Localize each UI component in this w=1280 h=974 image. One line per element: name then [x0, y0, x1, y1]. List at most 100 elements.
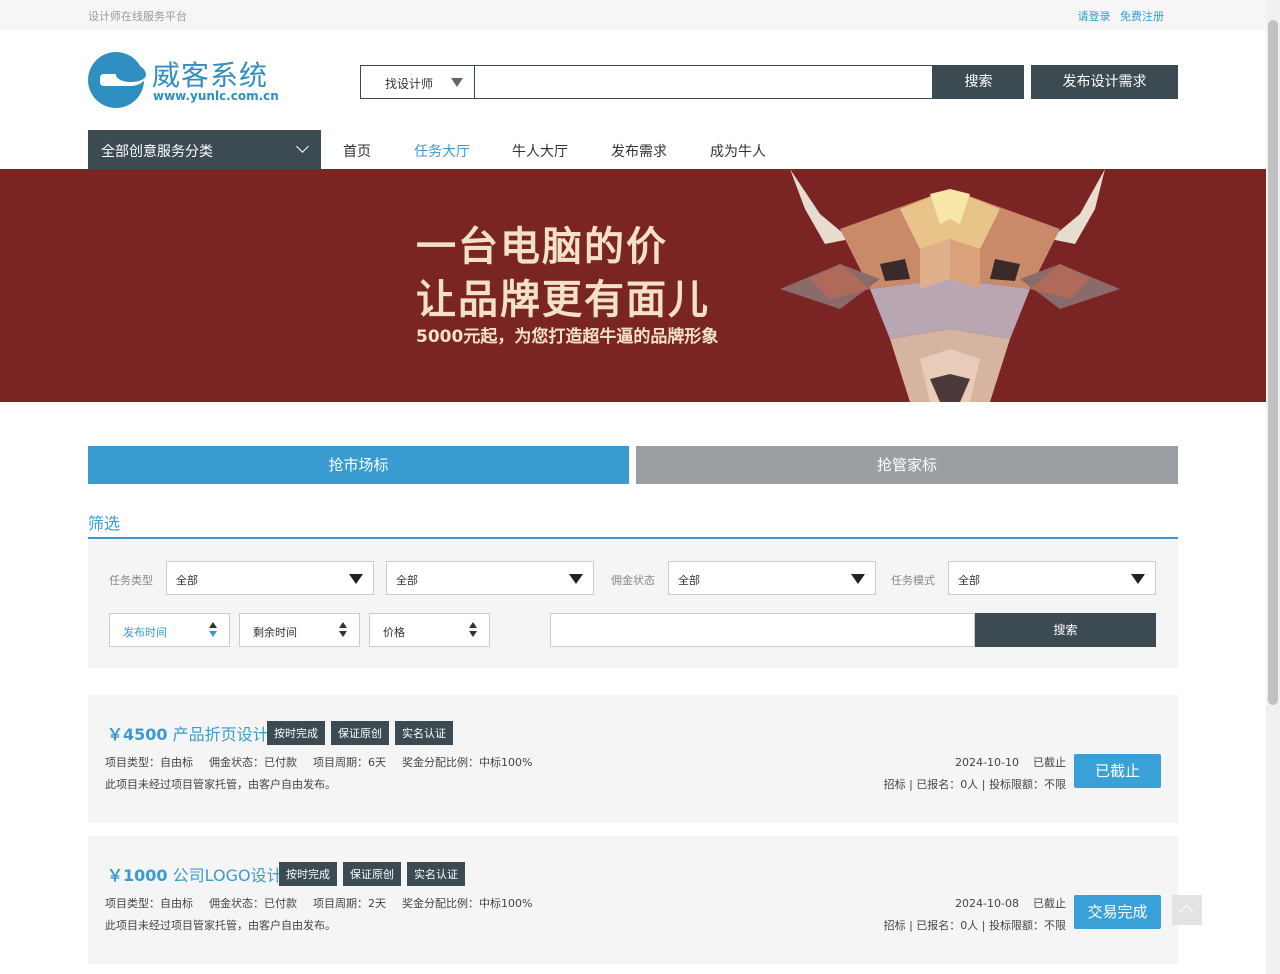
banner-line-1: 一台电脑的价	[416, 224, 668, 270]
chevron-up-icon	[1178, 904, 1195, 921]
task-name: 产品折页设计	[172, 725, 269, 744]
chevron-down-icon	[296, 140, 309, 153]
task-price: ￥4500	[107, 725, 168, 744]
task-description: 此项目未经过项目管家托管，由客户自由发布。	[105, 778, 336, 791]
task-subtype-value: 全部	[396, 574, 418, 587]
sort-up-icon	[339, 622, 347, 628]
nav-item-task-hall[interactable]: 任务大厅	[414, 141, 470, 161]
sort-remaining-time[interactable]: 剩余时间	[239, 613, 360, 647]
task-name: 公司LOGO设计	[172, 866, 283, 885]
page-scrollbar[interactable]	[1266, 0, 1280, 974]
scrollbar-thumb[interactable]	[1268, 20, 1278, 705]
sort-publish-time[interactable]: 发布时间	[109, 613, 230, 647]
tag-badge: 保证原创	[343, 862, 401, 886]
caret-down-icon	[569, 574, 583, 584]
filter-title: 筛选	[88, 514, 121, 533]
login-link[interactable]: 请登录	[1078, 10, 1111, 23]
tag-badge: 实名认证	[395, 721, 453, 745]
tag-badge: 保证原创	[331, 721, 389, 745]
task-stats: 招标 | 已报名：0人 | 投标限额：不限	[883, 919, 1066, 932]
top-bar: 设计师在线服务平台 请登录 免费注册	[0, 0, 1266, 30]
search-type-select[interactable]: 找设计师	[361, 66, 475, 98]
sort-up-icon	[209, 622, 217, 628]
logo-name: 威客系统	[152, 59, 269, 92]
task-subtype-select[interactable]: 全部	[386, 561, 594, 595]
task-tags: 按时完成 保证原创 实名认证	[279, 862, 471, 886]
banner-line-2: 让品牌更有面儿	[416, 277, 710, 323]
task-type-value: 全部	[176, 574, 198, 587]
tag-badge: 实名认证	[407, 862, 465, 886]
category-dropdown[interactable]: 全部创意服务分类	[88, 130, 321, 169]
task-status-text: 已截止	[1033, 756, 1066, 769]
site-logo[interactable]: 威客系统 www.yunlc.com.cn	[88, 52, 288, 110]
sort-up-icon	[469, 622, 477, 628]
search-input[interactable]	[475, 66, 930, 98]
task-mode-label: 任务模式	[891, 574, 935, 587]
nav-item-publish[interactable]: 发布需求	[611, 141, 667, 161]
task-bonus: 奖金分配比例：中标100%	[402, 756, 533, 769]
nav-item-become-talent[interactable]: 成为牛人	[710, 141, 766, 161]
back-to-top-button[interactable]	[1172, 895, 1202, 925]
sort-label: 剩余时间	[253, 626, 297, 639]
task-commission: 佣金状态：已付款	[209, 756, 297, 769]
commission-value: 全部	[678, 574, 700, 587]
category-label: 全部创意服务分类	[101, 144, 213, 160]
auth-links: 请登录 免费注册	[1072, 8, 1165, 24]
task-date-value: 2024-10-10	[955, 756, 1019, 769]
task-date: 2024-10-10 已截止	[955, 754, 1066, 770]
chevron-down-icon	[451, 78, 463, 87]
task-mode-select[interactable]: 全部	[948, 561, 1156, 595]
tab-market-bid[interactable]: 抢市场标	[88, 446, 629, 484]
filter-panel	[88, 539, 1178, 668]
register-link[interactable]: 免费注册	[1120, 10, 1164, 23]
task-type-label: 任务类型	[109, 574, 153, 587]
task-type: 项目类型：自由标	[105, 897, 193, 910]
commission-select[interactable]: 全部	[668, 561, 876, 595]
sort-down-icon	[209, 631, 217, 637]
banner-subtitle: 5000元起，为您打造超牛逼的品牌形象	[416, 327, 719, 347]
sort-price[interactable]: 价格	[369, 613, 490, 647]
task-card[interactable]: ￥1000 公司LOGO设计 按时完成 保证原创 实名认证 项目类型：自由标 佣金状态…	[88, 836, 1178, 964]
tag-badge: 按时完成	[279, 862, 337, 886]
task-bonus: 奖金分配比例：中标100%	[402, 897, 533, 910]
task-tags: 按时完成 保证原创 实名认证	[267, 721, 459, 745]
caret-down-icon	[349, 574, 363, 584]
task-card[interactable]: ￥4500 产品折页设计 按时完成 保证原创 实名认证 项目类型：自由标 佣金状态：已…	[88, 695, 1178, 823]
task-title[interactable]: ￥1000 公司LOGO设计	[107, 862, 283, 886]
task-title[interactable]: ￥4500 产品折页设计	[107, 721, 269, 745]
task-date-value: 2024-10-08	[955, 897, 1019, 910]
task-stats: 招标 | 已报名：0人 | 投标限额：不限	[883, 778, 1066, 791]
logo-url: www.yunlc.com.cn	[153, 89, 279, 103]
task-date: 2024-10-08 已截止	[955, 895, 1066, 911]
task-period: 项目周期：2天	[313, 897, 386, 910]
sort-label: 发布时间	[123, 626, 167, 639]
task-status-button[interactable]: 交易完成	[1074, 895, 1161, 929]
task-type-select[interactable]: 全部	[166, 561, 374, 595]
sort-label: 价格	[383, 626, 405, 639]
task-meta: 项目类型：自由标 佣金状态：已付款 项目周期：2天 奖金分配比例：中标100%	[105, 895, 548, 911]
tag-badge: 按时完成	[267, 721, 325, 745]
promo-banner[interactable]: 一台电脑的价 让品牌更有面儿 5000元起，为您打造超牛逼的品牌形象	[0, 169, 1266, 402]
caret-down-icon	[1131, 574, 1145, 584]
search-type-value: 找设计师	[385, 77, 434, 91]
logo-icon	[88, 52, 146, 108]
search-button[interactable]: 搜索	[933, 65, 1024, 99]
task-price: ￥1000	[107, 866, 168, 885]
site-slogan: 设计师在线服务平台	[88, 10, 187, 23]
nav-item-home[interactable]: 首页	[343, 141, 371, 161]
search-box: 找设计师	[360, 65, 933, 99]
publish-demand-button[interactable]: 发布设计需求	[1031, 65, 1178, 99]
sort-down-icon	[339, 631, 347, 637]
task-type: 项目类型：自由标	[105, 756, 193, 769]
task-mode-value: 全部	[958, 574, 980, 587]
filter-search-button[interactable]: 搜索	[975, 613, 1156, 647]
filter-search-input[interactable]	[550, 613, 975, 647]
task-commission: 佣金状态：已付款	[209, 897, 297, 910]
task-status-button[interactable]: 已截止	[1074, 754, 1161, 788]
sort-down-icon	[469, 631, 477, 637]
commission-label: 佣金状态	[611, 574, 655, 587]
caret-down-icon	[851, 574, 865, 584]
nav-item-talent-hall[interactable]: 牛人大厅	[512, 141, 568, 161]
task-period: 项目周期：6天	[313, 756, 386, 769]
tab-steward-bid[interactable]: 抢管家标	[636, 446, 1178, 484]
